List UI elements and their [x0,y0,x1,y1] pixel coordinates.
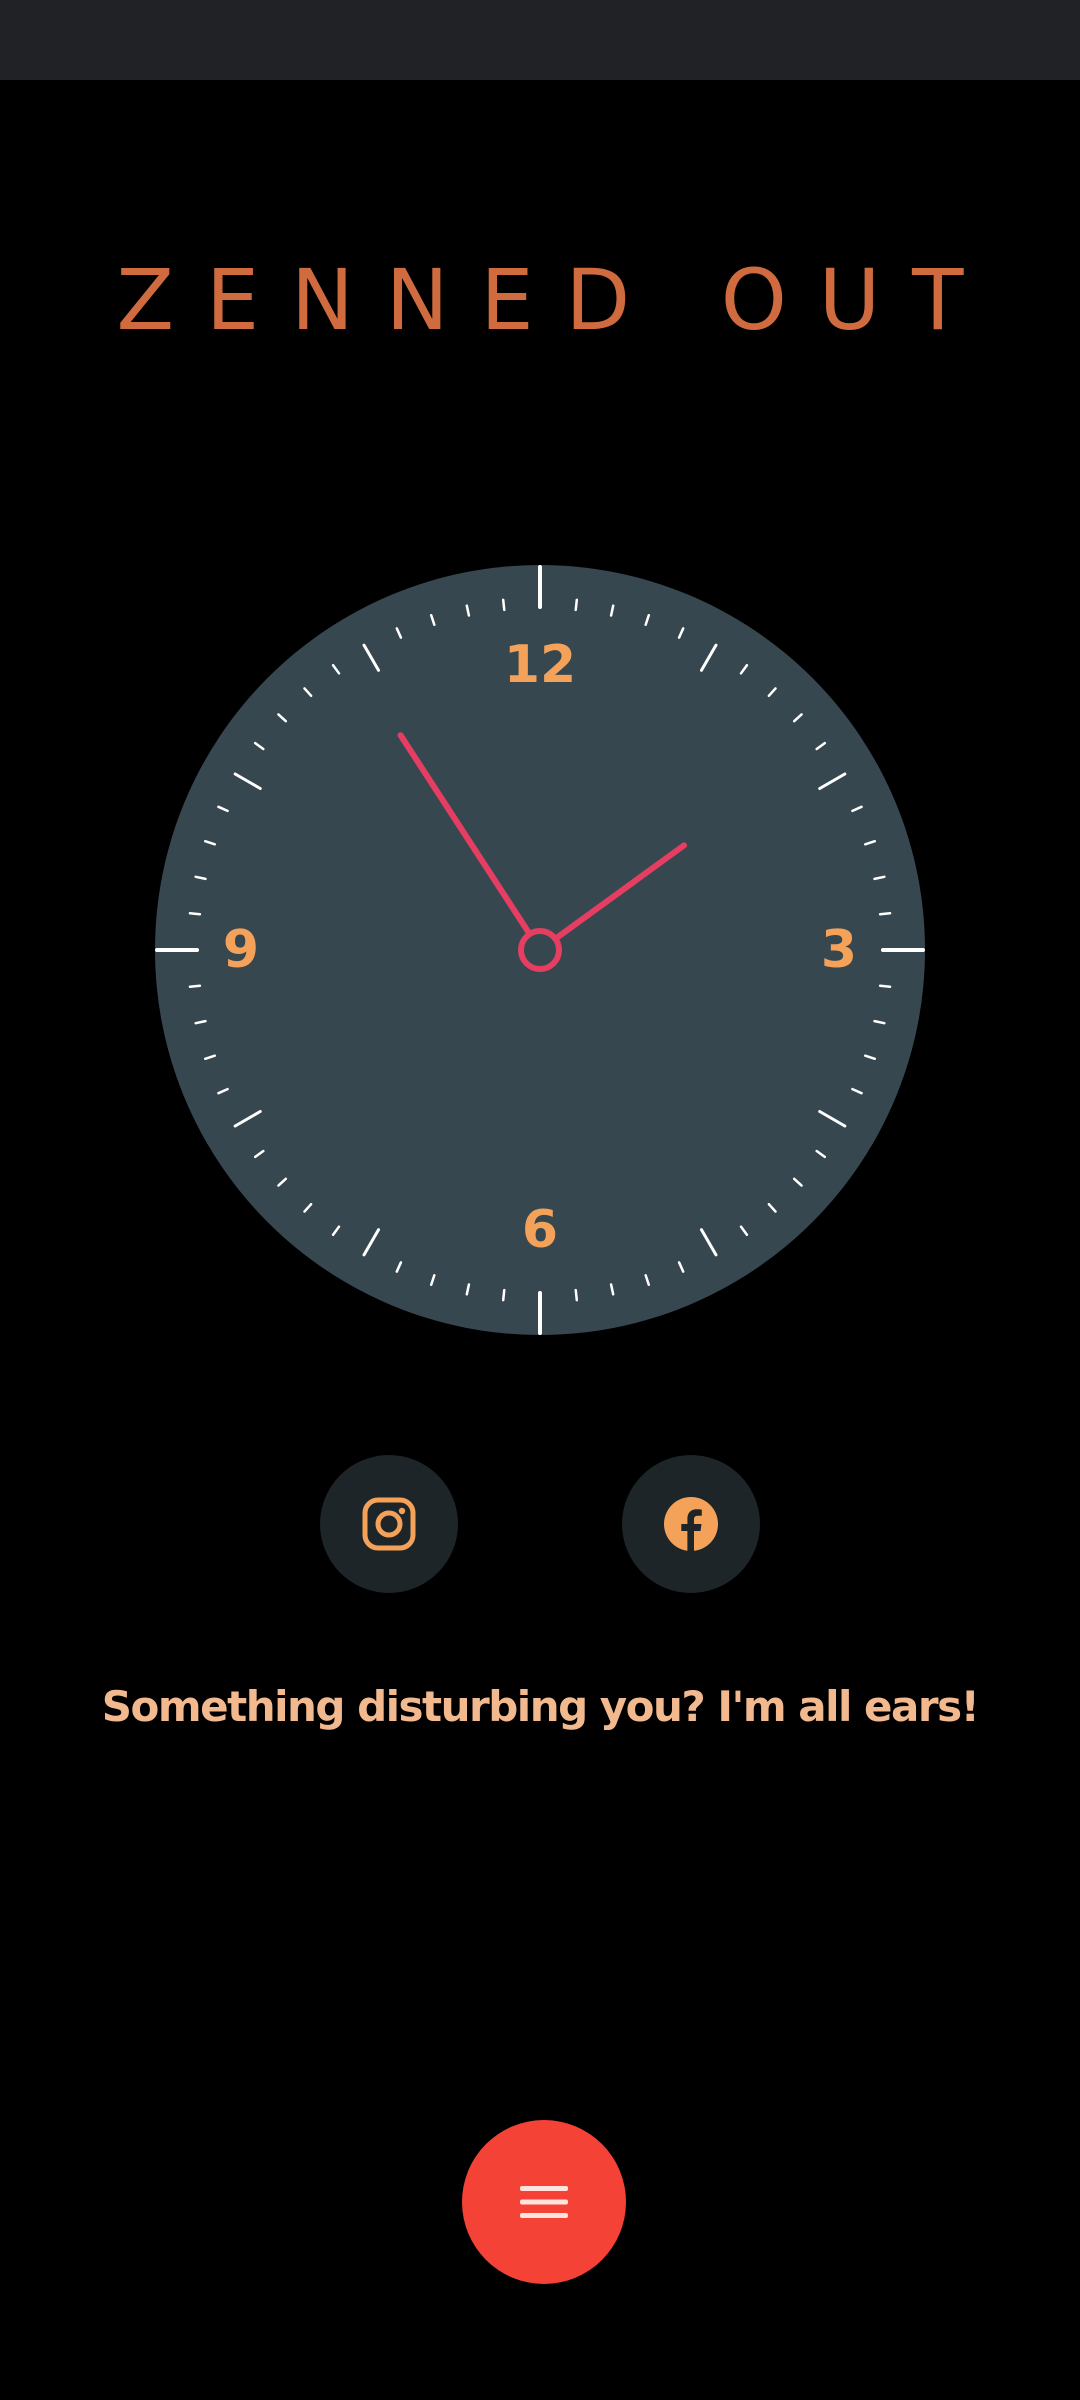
tick-mark [574,1288,579,1302]
menu-icon [518,2182,570,2222]
tick-mark [501,1288,506,1302]
tick-mark [501,598,506,612]
analog-clock: 12 3 6 9 [155,565,925,1335]
instagram-button[interactable] [320,1455,458,1593]
app-screen: ZENNED OUT 12 3 6 9 Something disturbing… [0,0,1080,2400]
clock-numeral-3: 3 [821,920,857,980]
prompt-text: Something disturbing you? I'm all ears! [101,1682,980,1731]
facebook-icon [662,1495,720,1553]
clock-numeral-6: 6 [522,1200,558,1260]
app-title: ZENNED OUT [116,251,996,349]
menu-button[interactable] [462,2120,626,2284]
clock-numeral-9: 9 [223,920,259,980]
clock-numeral-12: 12 [504,635,576,695]
clock-center-pin [518,928,562,972]
facebook-button[interactable] [622,1455,760,1593]
tick-mark [188,984,202,989]
clock-face-svg: 12 3 6 9 [155,565,925,1335]
tick-mark [574,598,579,612]
tick-mark [878,984,892,989]
tick-mark [878,911,892,916]
status-bar [0,0,1080,80]
tick-mark [188,911,202,916]
instagram-icon [361,1496,417,1552]
